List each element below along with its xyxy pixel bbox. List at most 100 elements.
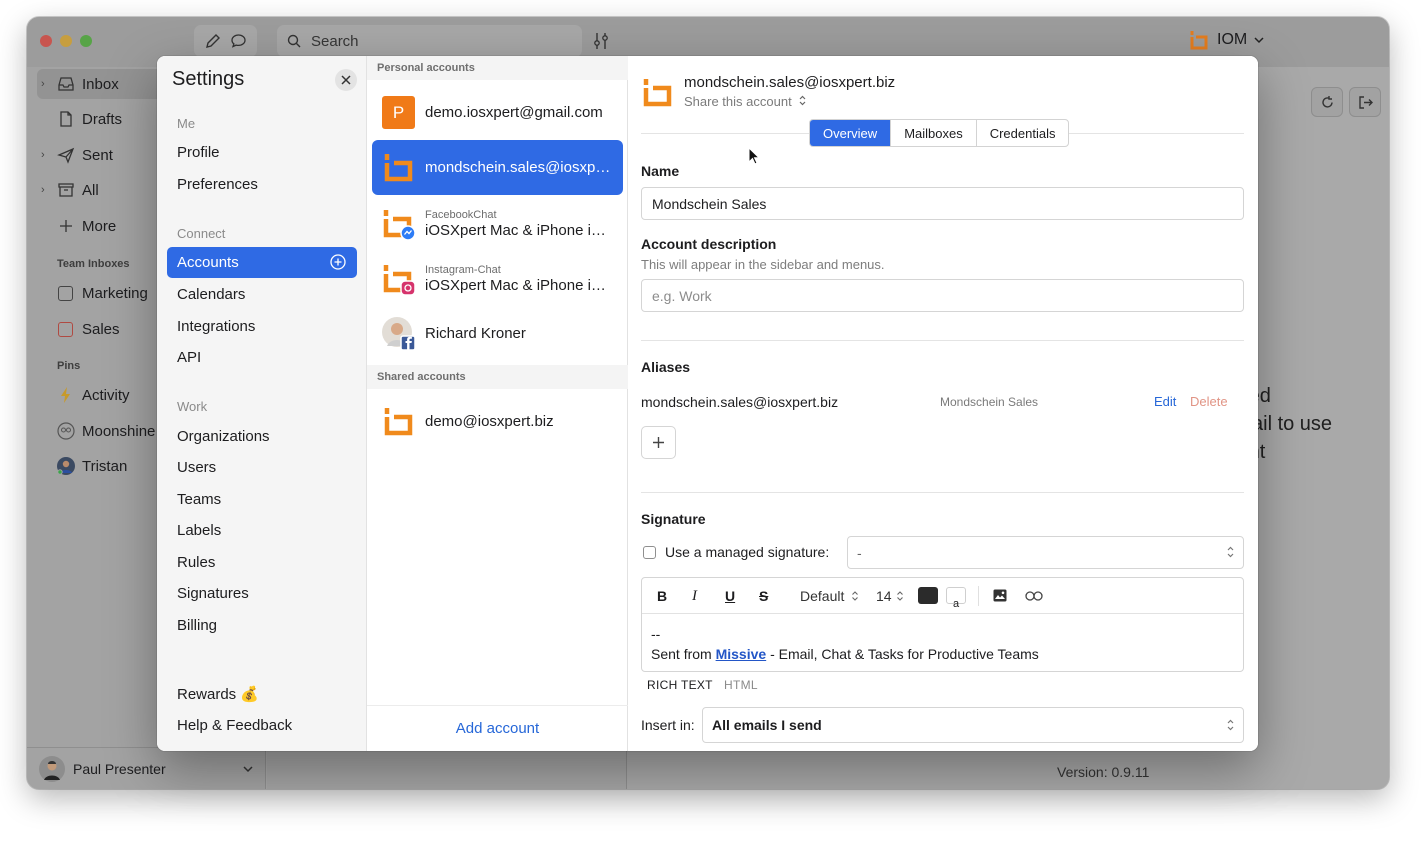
- personal-accounts-header: Personal accounts: [367, 56, 628, 80]
- archive-box-icon: [58, 183, 74, 197]
- image-icon[interactable]: [993, 589, 1007, 602]
- add-circle-icon[interactable]: [330, 254, 346, 270]
- avatar: [39, 755, 65, 782]
- nav-item-rules[interactable]: Rules: [167, 547, 357, 578]
- font-family-select[interactable]: Default: [800, 588, 844, 604]
- account-description-input[interactable]: e.g. Work: [641, 279, 1244, 312]
- current-user-menu[interactable]: Paul Presenter: [27, 747, 266, 789]
- nav-item-accounts[interactable]: Accounts: [167, 247, 357, 278]
- missive-link[interactable]: Missive: [716, 646, 767, 662]
- chat-bubble-icon[interactable]: [230, 33, 247, 49]
- chevron-right-icon[interactable]: ›: [41, 149, 45, 161]
- organization-switcher[interactable]: IOM: [1189, 30, 1266, 50]
- toolbar-divider: [978, 586, 979, 606]
- search-input[interactable]: Search: [277, 25, 582, 57]
- account-name-input[interactable]: Mondschein Sales: [641, 187, 1244, 220]
- zoom-window-button[interactable]: [80, 35, 92, 47]
- signature-text: - Email, Chat & Tasks for Productive Tea…: [766, 646, 1039, 662]
- tab-overview[interactable]: Overview: [810, 120, 891, 146]
- text-color-swatch[interactable]: [918, 587, 938, 604]
- nav-item-organizations[interactable]: Organizations: [167, 421, 357, 452]
- account-item[interactable]: Richard Kroner: [372, 306, 623, 361]
- add-alias-button[interactable]: [641, 426, 676, 459]
- close-settings-button[interactable]: [335, 69, 357, 91]
- edit-alias-button[interactable]: Edit: [1154, 394, 1176, 409]
- signature-content[interactable]: -- Sent from Missive - Email, Chat & Tas…: [651, 624, 1039, 664]
- nav-item-users[interactable]: Users: [167, 452, 357, 483]
- updown-chevron-icon: [1227, 546, 1234, 558]
- divider: [641, 340, 1244, 341]
- managed-signature-label: Use a managed signature:: [665, 544, 830, 560]
- account-item-selected[interactable]: mondschein.sales@iosxpert.biz: [372, 140, 623, 195]
- chevron-right-icon[interactable]: ›: [41, 184, 45, 196]
- mouse-cursor-icon: [748, 147, 760, 165]
- search-icon: [287, 34, 301, 48]
- pencil-icon[interactable]: [205, 33, 221, 49]
- current-user-name: Paul Presenter: [73, 760, 166, 777]
- refresh-button[interactable]: [1311, 87, 1343, 117]
- instagram-chat-avatar-icon: [383, 265, 415, 295]
- add-account-button[interactable]: Add account: [367, 705, 628, 751]
- nav-item-billing[interactable]: Billing: [167, 610, 357, 641]
- underline-button[interactable]: U: [725, 588, 735, 604]
- signature-editor[interactable]: B I U S Default 14 a -- Sent from Missiv…: [641, 577, 1244, 672]
- account-name: demo@iosxpert.biz: [425, 413, 554, 430]
- account-name: iOSXpert Mac & iPhone im Unternehmen: [425, 276, 613, 294]
- iom-logo-icon: [643, 79, 672, 107]
- background-color-button[interactable]: a: [946, 587, 966, 610]
- compose-group: [194, 25, 257, 57]
- group-avatar-icon: [57, 422, 75, 440]
- bold-button[interactable]: B: [657, 588, 667, 604]
- alias-name: Mondschein Sales: [940, 395, 1039, 409]
- sidebar-item-label: Tristan: [82, 457, 128, 475]
- insert-in-select[interactable]: All emails I send: [702, 707, 1244, 743]
- account-item[interactable]: P demo.iosxpert@gmail.com: [372, 85, 623, 140]
- nav-item-calendars[interactable]: Calendars: [167, 279, 357, 310]
- link-icon[interactable]: [1025, 591, 1043, 601]
- chevron-right-icon[interactable]: ›: [41, 78, 45, 90]
- accounts-list: Personal accounts P demo.iosxpert@gmail.…: [367, 56, 628, 751]
- sign-out-button[interactable]: [1349, 87, 1381, 117]
- updown-chevron-icon: [852, 591, 858, 601]
- sidebar-item-label: Sent: [82, 146, 113, 164]
- account-item[interactable]: demo@iosxpert.biz: [372, 394, 623, 449]
- nav-item-rewards[interactable]: Rewards 💰: [167, 678, 357, 709]
- nav-item-api[interactable]: API: [167, 342, 357, 373]
- minimize-window-button[interactable]: [60, 35, 72, 47]
- strikethrough-button[interactable]: S: [759, 588, 768, 604]
- description-hint: This will appear in the sidebar and menu…: [641, 257, 885, 272]
- account-item[interactable]: Instagram-Chat iOSXpert Mac & iPhone im …: [372, 251, 623, 306]
- nav-item-signatures[interactable]: Signatures: [167, 578, 357, 609]
- account-item[interactable]: FacebookChat iOSXpert Mac & iPhone im Un…: [372, 196, 623, 251]
- chevron-down-icon: [243, 765, 253, 772]
- nav-item-teams[interactable]: Teams: [167, 484, 357, 515]
- team-color-icon: [58, 286, 73, 301]
- iom-logo-icon: [1190, 31, 1208, 50]
- nav-item-help[interactable]: Help & Feedback: [167, 710, 357, 741]
- html-mode-tab[interactable]: HTML: [724, 678, 758, 692]
- tab-credentials[interactable]: Credentials: [975, 120, 1069, 146]
- delete-alias-button[interactable]: Delete: [1190, 394, 1228, 409]
- close-window-button[interactable]: [40, 35, 52, 47]
- iom-logo-icon: [384, 154, 413, 182]
- account-name: Richard Kroner: [425, 325, 526, 342]
- nav-item-profile[interactable]: Profile: [167, 137, 357, 168]
- nav-item-labels[interactable]: Labels: [167, 515, 357, 546]
- plus-icon: [653, 437, 664, 448]
- nav-item-preferences[interactable]: Preferences: [167, 169, 357, 200]
- share-account-dropdown[interactable]: Share this account: [684, 94, 807, 109]
- avatar: [382, 317, 415, 350]
- rich-text-mode-tab[interactable]: RICH TEXT: [647, 678, 713, 692]
- filter-sliders-icon[interactable]: [593, 31, 609, 51]
- document-icon: [60, 111, 72, 127]
- account-type: FacebookChat: [425, 208, 497, 221]
- managed-signature-checkbox[interactable]: [643, 546, 656, 559]
- share-account-label: Share this account: [684, 94, 792, 109]
- sidebar-item-label: Marketing: [82, 284, 148, 302]
- search-placeholder: Search: [311, 32, 359, 50]
- nav-item-integrations[interactable]: Integrations: [167, 311, 357, 342]
- managed-signature-select[interactable]: -: [847, 536, 1244, 569]
- italic-button[interactable]: I: [692, 588, 697, 605]
- tab-mailboxes[interactable]: Mailboxes: [890, 120, 976, 146]
- font-size-select[interactable]: 14: [876, 588, 892, 604]
